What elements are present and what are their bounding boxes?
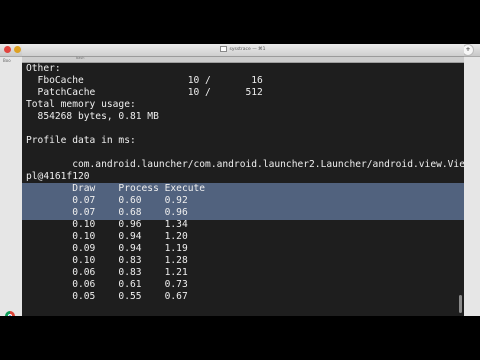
minimize-window-icon[interactable] [14,46,21,53]
terminal-line: pl@4161f120 [26,171,90,182]
terminal-line: Draw Process Execute [26,183,206,194]
terminal-line: 0.05 0.55 0.67 [26,291,188,302]
terminal-line: com.android.launcher/com.android.launche… [26,159,464,170]
terminal-line: 0.06 0.83 1.21 [26,267,188,278]
terminal-line: Other: [26,63,61,74]
terminal-line: 0.10 0.94 1.20 [26,231,188,242]
terminal-line: 0.07 0.68 0.96 [26,207,188,218]
terminal-line: 0.09 0.94 1.19 [26,243,188,254]
terminal-tab[interactable]: bash [76,56,84,60]
terminal-line: PatchCache 10 / 512 [26,87,263,98]
terminal-scrollbar[interactable] [459,295,462,313]
terminal-line: 854268 bytes, 0.81 MB [26,111,159,122]
terminal-line: 0.06 0.61 0.73 [26,279,188,290]
screen-area: Boo × + sysstrace — ⌘1 bash Other: FboCa… [0,44,480,316]
terminal-line: Profile data in ms: [26,135,136,146]
terminal-text: Other: FboCache 10 / 16 PatchCache 10 / … [26,63,464,303]
terminal-line: 0.10 0.83 1.28 [26,255,188,266]
terminal-window-title: sysstrace — ⌘1 [229,47,266,52]
chrome-icon[interactable] [5,311,15,316]
bookmarks-label[interactable]: Boo [3,58,11,63]
close-window-icon[interactable] [4,46,11,53]
terminal-line: Total memory usage: [26,99,136,110]
terminal-output[interactable]: Other: FboCache 10 / 16 PatchCache 10 / … [22,63,464,316]
terminal-line: 0.10 0.96 1.34 [26,219,188,230]
terminal-line: FboCache 10 / 16 [26,75,263,86]
terminal-line: 0.07 0.60 0.92 [26,195,188,206]
terminal-folder-icon [220,45,228,52]
terminal-titlebar[interactable]: sysstrace — ⌘1 [22,44,464,57]
